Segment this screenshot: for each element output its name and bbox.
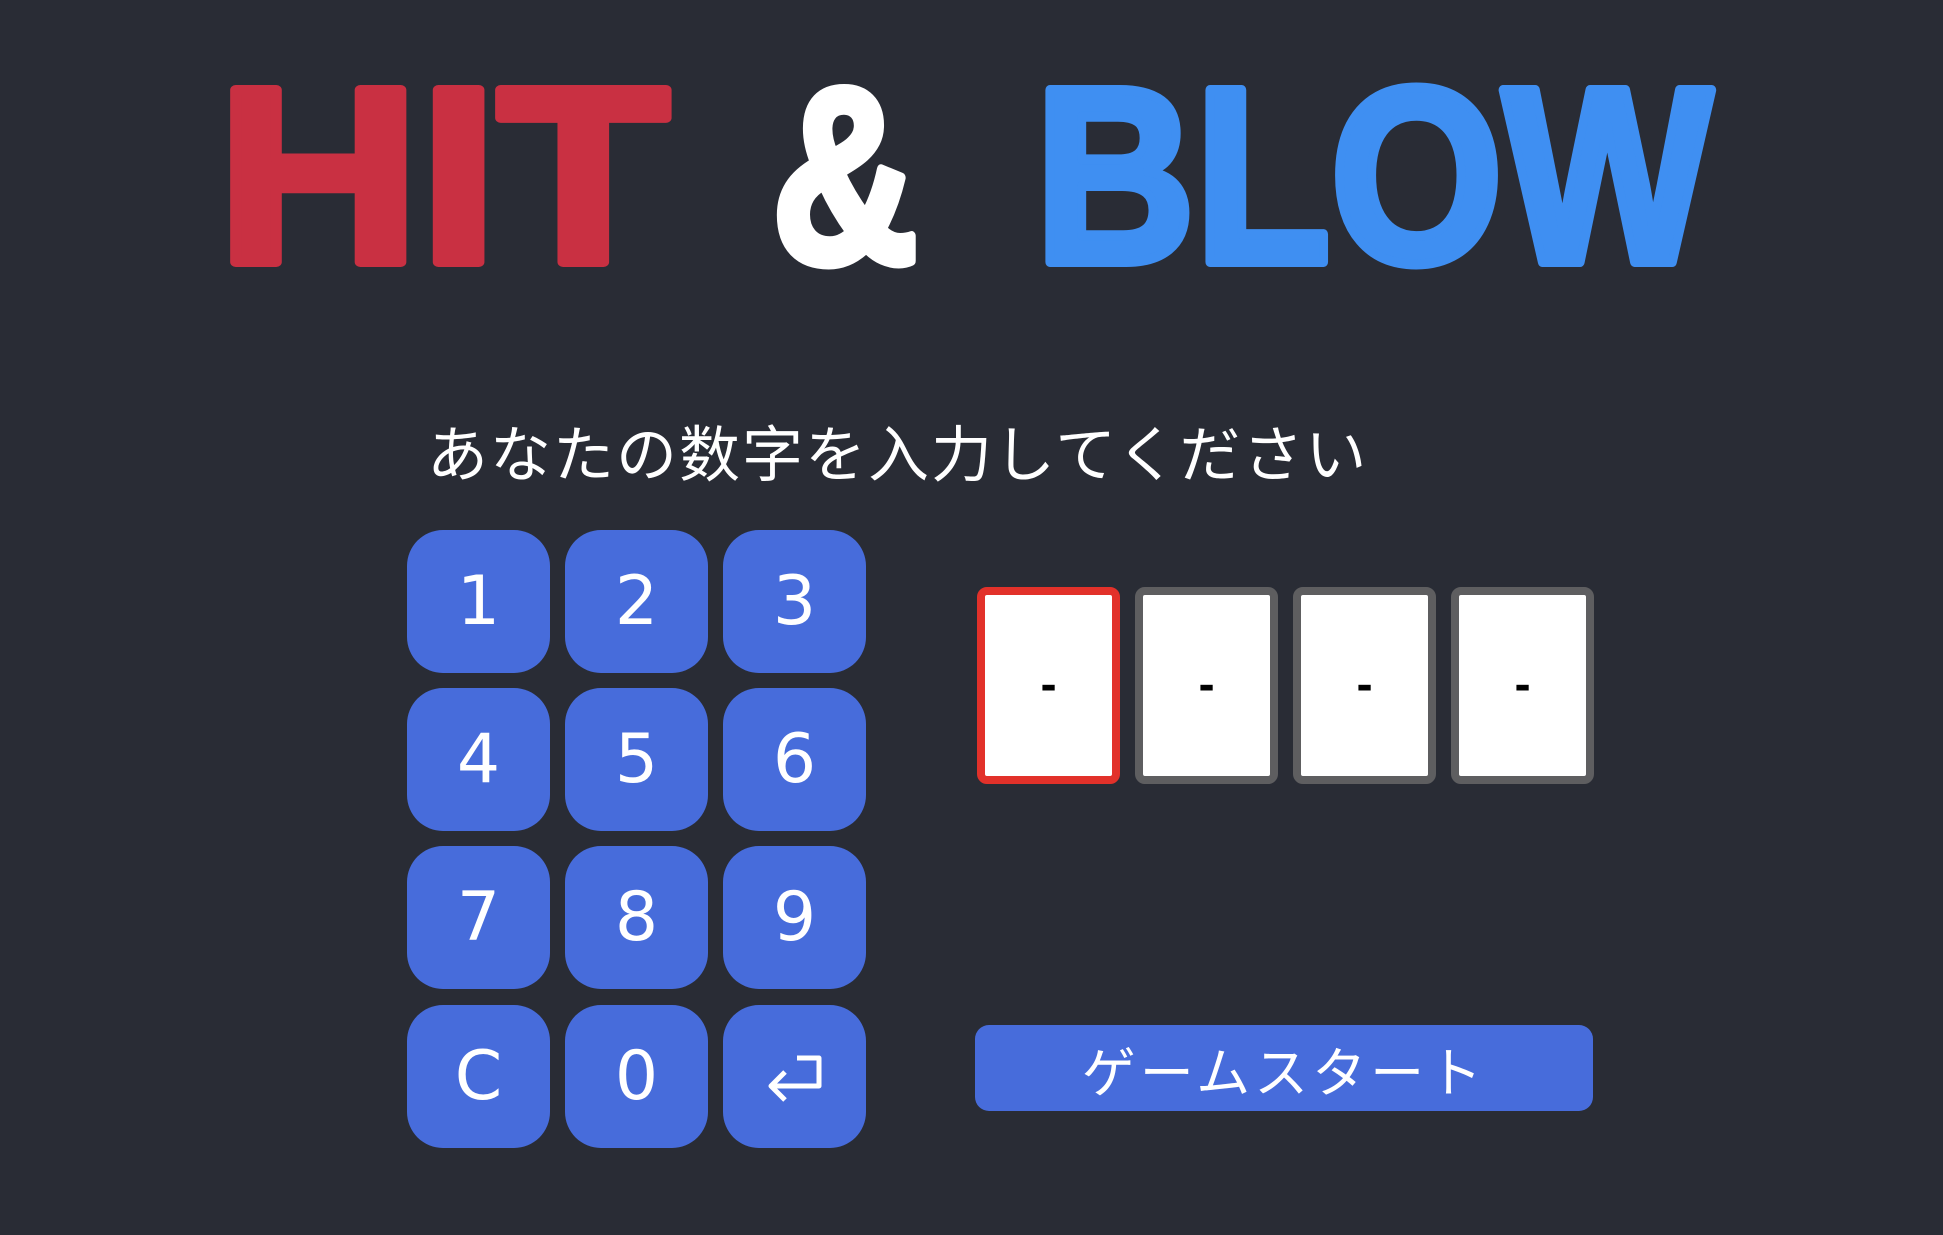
digit-slot-4[interactable]: - (1451, 587, 1594, 784)
return-arrow-icon (768, 1055, 821, 1102)
key-2[interactable]: 2 (565, 530, 708, 673)
input-prompt: あなたの数字を入力してください (427, 420, 1369, 491)
key-4[interactable]: 4 (407, 688, 550, 831)
game-title: HIT & BLOW (212, 31, 1717, 300)
key-5[interactable]: 5 (565, 688, 708, 831)
clear-key[interactable]: C (407, 1005, 550, 1148)
digit-slot-2[interactable]: - (1135, 587, 1278, 784)
key-6[interactable]: 6 (723, 688, 866, 831)
key-7[interactable]: 7 (407, 846, 550, 989)
game-start-button[interactable]: ゲームスタート (975, 1025, 1593, 1111)
title-ampersand: & (772, 36, 918, 300)
key-9[interactable]: 9 (723, 846, 866, 989)
enter-key[interactable] (723, 1005, 866, 1148)
digit-slot-1[interactable]: - (977, 587, 1120, 784)
key-3[interactable]: 3 (723, 530, 866, 673)
key-8[interactable]: 8 (565, 846, 708, 989)
title-blow: BLOW (1035, 36, 1712, 300)
digit-slot-3[interactable]: - (1293, 587, 1436, 784)
key-1[interactable]: 1 (407, 530, 550, 673)
title-hit: HIT (217, 36, 669, 300)
key-0[interactable]: 0 (565, 1005, 708, 1148)
